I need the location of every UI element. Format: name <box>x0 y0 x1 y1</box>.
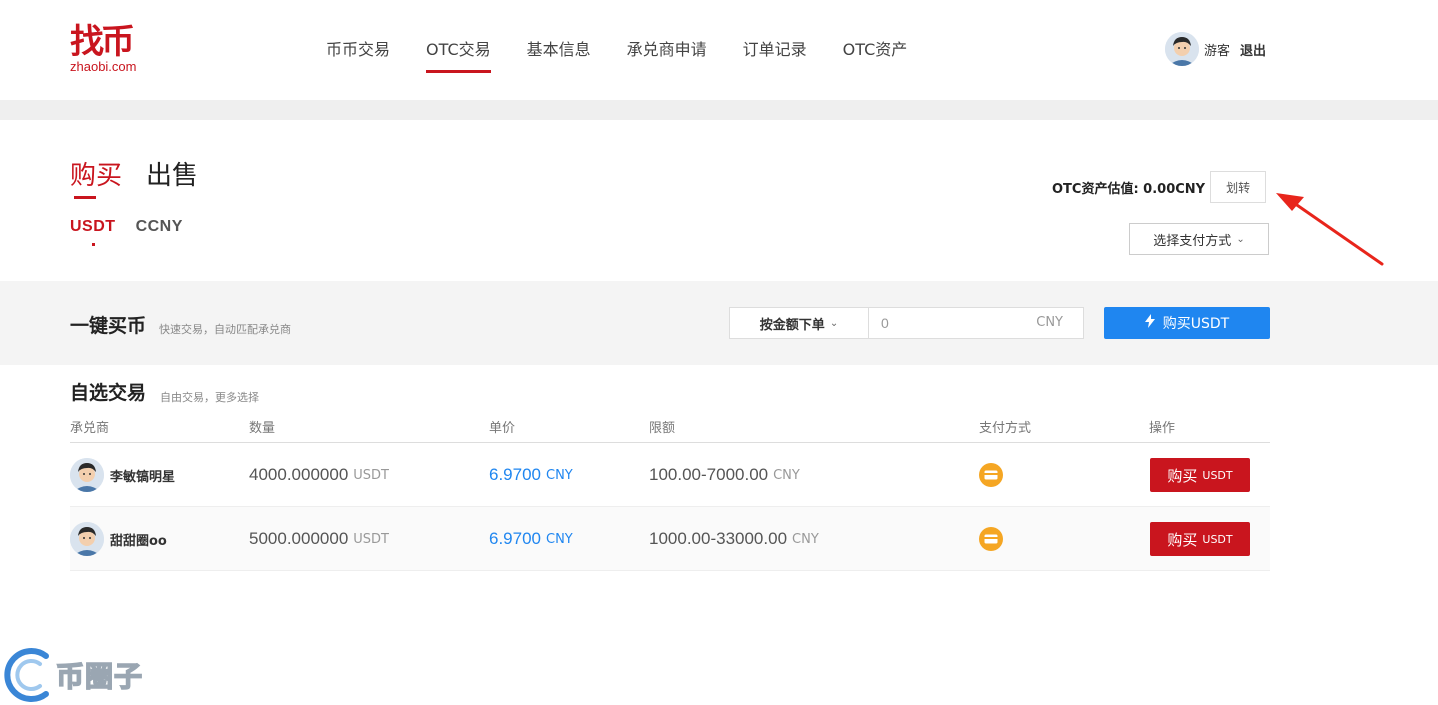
transfer-button[interactable]: 划转 <box>1210 171 1267 203</box>
payment-method-select[interactable]: 选择支付方式 ⌄ <box>1129 223 1269 255</box>
avatar[interactable] <box>1165 32 1199 66</box>
limit-value: 1000.00-33000.00 <box>649 529 788 548</box>
quantity-cell: 4000.000000 USDT <box>249 443 389 507</box>
table-header: 承兑商 数量 单价 限额 支付方式 操作 <box>70 410 1270 443</box>
watermark: 币圈子 <box>2 646 143 704</box>
price-cell: 6.9700 CNY <box>489 507 573 571</box>
otc-asset-summary: OTC资产估值: 0.00CNY 划转 <box>1052 171 1267 203</box>
merchant-cell: 李敏镐明星 <box>70 443 175 507</box>
quick-buy-panel: 一键买币 快速交易，自动匹配承兑商 按金额下单 ⌄ CNY 购买USDT <box>0 281 1438 365</box>
quantity-value: 4000.000000 <box>249 465 349 484</box>
limit-cell: 100.00-7000.00 CNY <box>649 443 800 507</box>
user-name: 游客 <box>1204 43 1231 59</box>
quick-buy-subtitle: 快速交易，自动匹配承兑商 <box>159 323 291 336</box>
nav-item-otc-trade[interactable]: OTC交易 <box>408 0 509 100</box>
table-row: 李敏镐明星 4000.000000 USDT 6.9700 CNY 100.00… <box>70 443 1270 507</box>
header-action: 操作 <box>1149 421 1176 436</box>
table-row: 甜甜圈oo 5000.000000 USDT 6.9700 CNY 1000.0… <box>70 507 1270 571</box>
quantity-unit: USDT <box>353 467 389 483</box>
limit-unit: CNY <box>773 467 800 483</box>
limit-cell: 1000.00-33000.00 CNY <box>649 507 819 571</box>
tab-sell[interactable]: 出售 <box>146 158 198 194</box>
price-value: 6.9700 <box>489 529 541 548</box>
order-mode-label: 按金额下单 <box>759 317 825 333</box>
header-payment: 支付方式 <box>979 421 1032 436</box>
buy-button-label: 购买 <box>1167 530 1198 549</box>
payment-method-label: 选择支付方式 <box>1153 233 1232 249</box>
watermark-text: 币圈子 <box>55 659 144 694</box>
order-mode-select[interactable]: 按金额下单 ⌄ <box>729 307 869 339</box>
watermark-logo-icon <box>4 648 49 702</box>
coin-tabs: USDT CCNY <box>70 218 203 246</box>
buy-button-label: 购买 <box>1167 466 1198 485</box>
limit-unit: CNY <box>792 531 819 547</box>
price-value: 6.9700 <box>489 465 541 484</box>
amount-unit: CNY <box>1036 315 1063 330</box>
price-unit: CNY <box>546 467 573 483</box>
user-area: 游客 退出 <box>1165 32 1266 66</box>
amount-input[interactable] <box>869 308 1009 338</box>
price-cell: 6.9700 CNY <box>489 443 573 507</box>
payment-cell <box>979 507 1003 571</box>
main-nav: 币币交易 OTC交易 基本信息 承兑商申请 订单记录 OTC资产 <box>308 0 925 100</box>
tab-usdt[interactable]: USDT <box>70 218 116 246</box>
logo-domain: zhaobi.com <box>70 59 137 74</box>
nav-item-coin-trade[interactable]: 币币交易 <box>308 0 408 100</box>
quantity-value: 5000.000000 <box>249 529 349 548</box>
tab-buy[interactable]: 购买 <box>70 158 122 199</box>
lightning-icon <box>1144 314 1155 332</box>
otc-page: 找币 zhaobi.com 币币交易 OTC交易 基本信息 承兑商申请 订单记录… <box>0 0 1438 705</box>
header-price: 单价 <box>489 421 516 436</box>
payment-cell <box>979 443 1003 507</box>
chevron-down-icon: ⌄ <box>829 317 839 329</box>
quick-buy-label: 购买USDT <box>1162 316 1230 332</box>
quick-buy-title: 一键买币 <box>70 315 147 337</box>
nav-item-basic-info[interactable]: 基本信息 <box>509 0 609 100</box>
selection-title: 自选交易 <box>70 382 147 404</box>
amount-field: CNY <box>868 307 1084 339</box>
site-logo[interactable]: 找币 zhaobi.com <box>70 24 150 80</box>
header-limit: 限额 <box>649 421 676 436</box>
header-merchant: 承兑商 <box>70 421 110 436</box>
top-header: 找币 zhaobi.com 币币交易 OTC交易 基本信息 承兑商申请 订单记录… <box>0 0 1438 100</box>
offers-table: 承兑商 数量 单价 限额 支付方式 操作 李敏镐明星 4000.000000 U… <box>70 410 1270 571</box>
action-cell: 购买 USDT <box>1150 443 1250 507</box>
nav-item-otc-assets[interactable]: OTC资产 <box>825 0 926 100</box>
merchant-name[interactable]: 李敏镐明星 <box>110 466 175 485</box>
header-quantity: 数量 <box>249 421 276 436</box>
tab-ccny[interactable]: CCNY <box>136 218 183 236</box>
selection-subtitle: 自由交易，更多选择 <box>160 391 259 404</box>
logo-mark: 找币 <box>70 22 135 62</box>
trade-type-tabs: 购买 出售 <box>70 158 222 199</box>
quick-buy-button[interactable]: 购买USDT <box>1104 307 1270 339</box>
quantity-unit: USDT <box>353 531 389 547</box>
buy-button-unit: USDT <box>1202 532 1233 546</box>
otc-asset-value: OTC资产估值: 0.00CNY <box>1052 181 1206 197</box>
limit-value: 100.00-7000.00 <box>649 465 769 484</box>
merchant-name[interactable]: 甜甜圈oo <box>110 530 167 549</box>
avatar[interactable] <box>70 458 104 492</box>
nav-item-merchant-apply[interactable]: 承兑商申请 <box>609 0 725 100</box>
bank-card-icon <box>979 463 1003 487</box>
buy-button[interactable]: 购买 USDT <box>1150 522 1250 556</box>
quantity-cell: 5000.000000 USDT <box>249 507 389 571</box>
annotation-arrow-icon <box>1276 193 1384 266</box>
chevron-down-icon: ⌄ <box>1236 233 1245 245</box>
buy-button[interactable]: 购买 USDT <box>1150 458 1250 492</box>
logout-link[interactable]: 退出 <box>1240 40 1266 59</box>
buy-button-unit: USDT <box>1202 468 1233 482</box>
avatar[interactable] <box>70 522 104 556</box>
header-divider <box>0 100 1438 120</box>
action-cell: 购买 USDT <box>1150 507 1250 571</box>
price-unit: CNY <box>546 531 573 547</box>
nav-item-order-records[interactable]: 订单记录 <box>725 0 825 100</box>
merchant-cell: 甜甜圈oo <box>70 507 167 571</box>
bank-card-icon <box>979 527 1003 551</box>
